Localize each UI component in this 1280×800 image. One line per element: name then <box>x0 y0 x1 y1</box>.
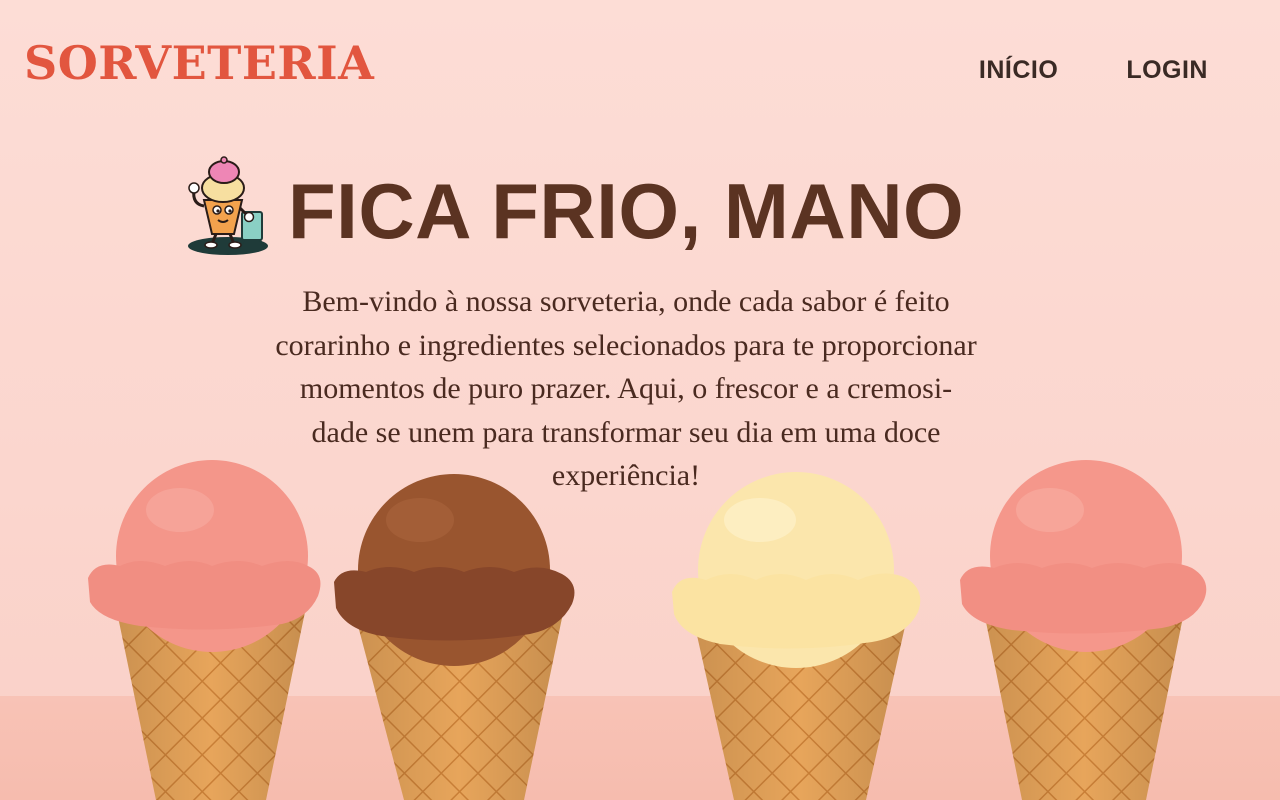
hero-description-line: corarinho e ingredientes selecionados pa… <box>275 328 977 362</box>
chocolate-ice-cream-cone <box>334 474 575 800</box>
strawberry-ice-cream-cone <box>960 460 1207 800</box>
hero-description-line: Bem-vindo à nossa sorveteria, onde cada … <box>302 285 950 318</box>
vanilla-ice-cream-cone <box>672 472 921 800</box>
hero-title: FICA FRIO, MANO <box>288 167 965 255</box>
hero-description-line: momentos de puro prazer. Aqui, o frescor… <box>299 372 953 405</box>
brand-logo[interactable]: SORVETERIA <box>24 40 374 86</box>
nav-login-link[interactable]: LOGIN <box>1126 56 1208 85</box>
main-nav: INÍCIO LOGIN <box>979 56 1208 85</box>
nav-inicio-link[interactable]: INÍCIO <box>979 56 1058 85</box>
ice-cream-mascot-icon <box>188 156 268 255</box>
hero-description-line: dade se unem para transformar seu dia em… <box>311 415 941 449</box>
ice-cream-cones-image <box>88 460 1207 800</box>
strawberry-ice-cream-cone <box>88 460 321 800</box>
